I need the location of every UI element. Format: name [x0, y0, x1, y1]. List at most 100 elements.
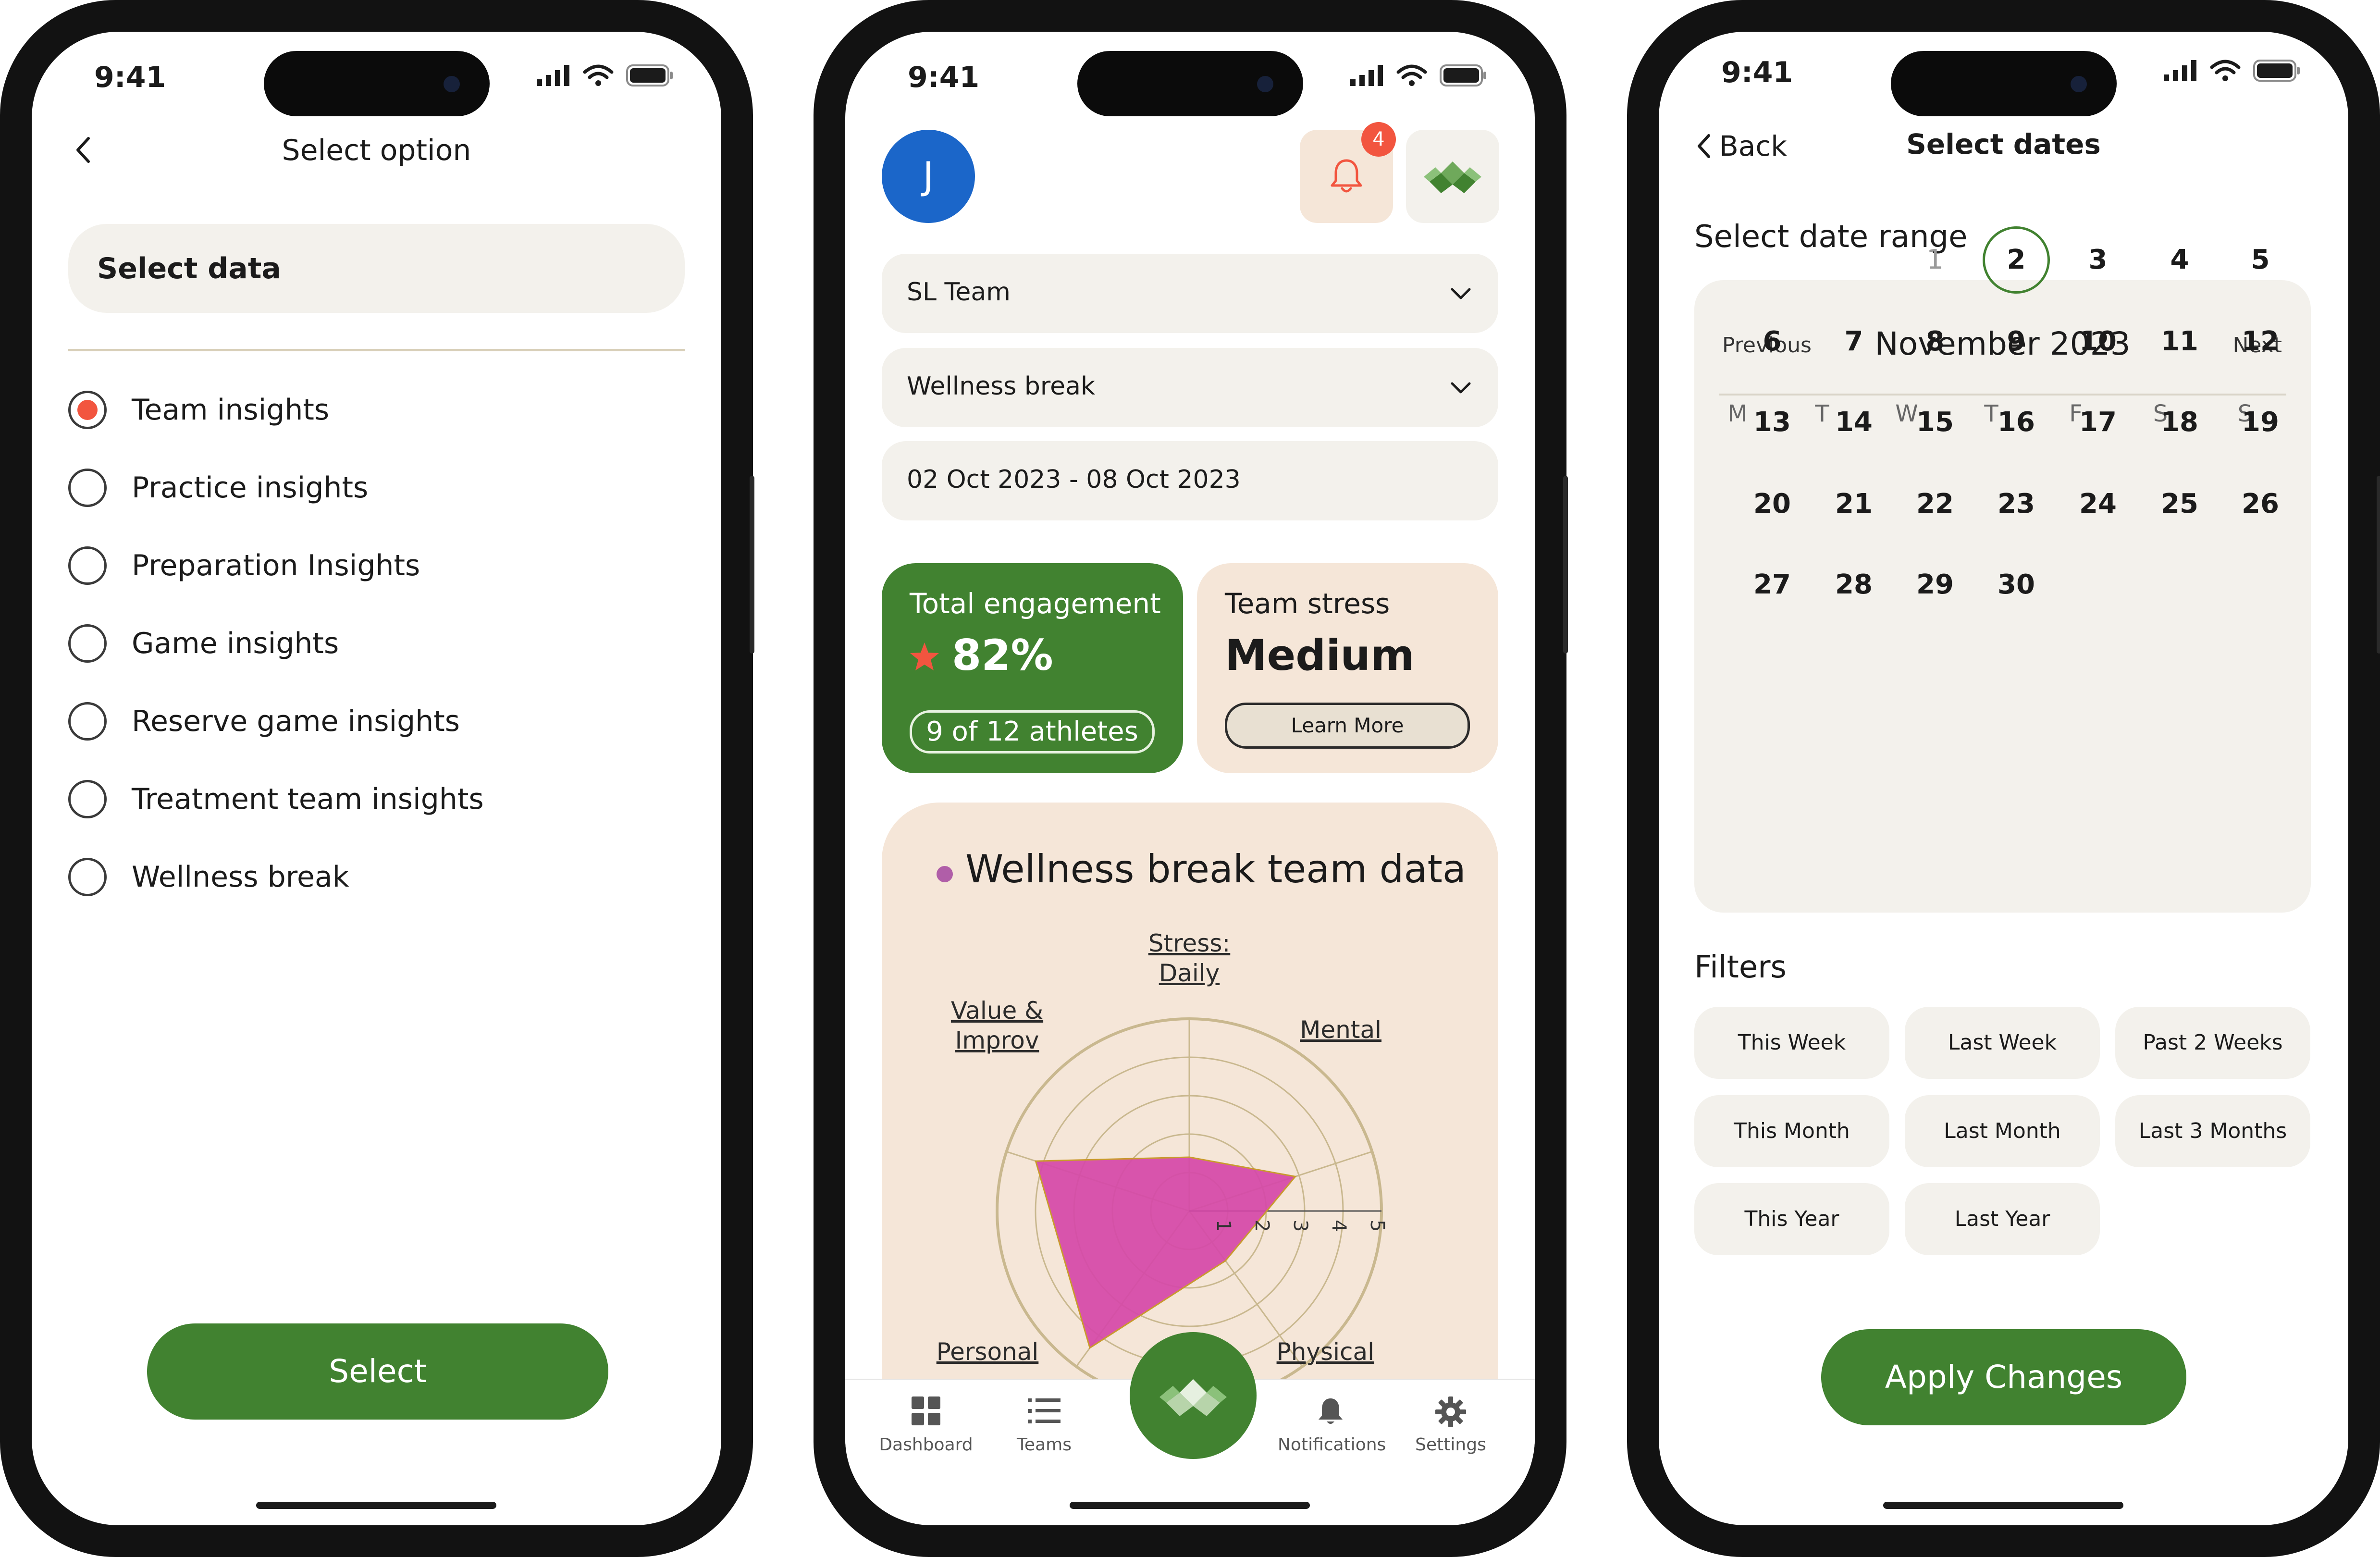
learn-more-button[interactable]: Learn More: [1225, 703, 1470, 749]
date-range-field[interactable]: 02 Oct 2023 - 08 Oct 2023: [882, 441, 1498, 520]
gear-icon: [1435, 1396, 1466, 1427]
select-button[interactable]: Select: [147, 1323, 608, 1420]
type-dropdown[interactable]: Wellness break: [882, 348, 1498, 427]
screen-dashboard: 9:41 J 4 SL Team Wellness break 02 Oct 2…: [845, 32, 1535, 1525]
radio-button[interactable]: [68, 624, 107, 663]
option-item[interactable]: Team insights: [68, 386, 329, 434]
calendar-day[interactable]: 11: [2151, 313, 2208, 371]
dynamic-island: [264, 51, 490, 116]
signal-icon: [1350, 65, 1383, 86]
calendar-day[interactable]: 22: [1906, 475, 1964, 533]
option-label: Game insights: [132, 627, 339, 660]
axis-label: Personal: [937, 1338, 1039, 1366]
bell-icon: [1331, 159, 1362, 193]
avatar[interactable]: J: [882, 130, 975, 223]
wifi-icon: [583, 64, 614, 86]
calendar-day[interactable]: 29: [1906, 556, 1964, 614]
select-data-header: Select data: [68, 224, 685, 313]
screen-select-dates: 9:41 Back Select dates Select date range…: [1659, 32, 2348, 1525]
phone-frame-1: 9:41 Select option Select data Team insi…: [0, 0, 754, 1557]
option-item[interactable]: Wellness break: [68, 853, 349, 901]
option-item[interactable]: Game insights: [68, 619, 339, 667]
filter-chip[interactable]: This Month: [1694, 1095, 1889, 1167]
nav-home-button[interactable]: [1130, 1332, 1257, 1459]
nav-dashboard[interactable]: Dashboard: [873, 1396, 979, 1464]
apply-changes-button[interactable]: Apply Changes: [1821, 1329, 2186, 1425]
brand-logo-icon: [1159, 1379, 1227, 1416]
radio-button[interactable]: [68, 546, 107, 585]
logo-button[interactable]: [1406, 130, 1499, 223]
option-item[interactable]: Reserve game insights: [68, 697, 460, 745]
nav-teams-label: Teams: [1017, 1435, 1072, 1455]
calendar-day[interactable]: 23: [1987, 475, 2045, 533]
calendar-day[interactable]: 4: [2151, 231, 2208, 289]
page-title: Select dates: [1906, 128, 2101, 161]
calendar-day[interactable]: 17: [2069, 394, 2127, 451]
scale-tick-label: 2: [1251, 1220, 1273, 1232]
calendar-day[interactable]: 19: [2232, 394, 2289, 451]
filter-chip[interactable]: Last Week: [1905, 1007, 2100, 1079]
calendar-day[interactable]: 27: [1743, 556, 1801, 614]
filter-chip[interactable]: Last Month: [1905, 1095, 2100, 1167]
calendar-day[interactable]: 1: [1906, 231, 1964, 289]
filter-chip[interactable]: Past 2 Weeks: [2115, 1007, 2310, 1079]
scale-tick-label: 1: [1212, 1220, 1234, 1232]
filter-chip[interactable]: This Week: [1694, 1007, 1889, 1079]
radio-button[interactable]: [68, 391, 107, 429]
option-label: Team insights: [132, 393, 330, 427]
nav-teams[interactable]: Teams: [991, 1396, 1097, 1464]
calendar-day-selected[interactable]: 2: [1983, 226, 2050, 294]
calendar-day[interactable]: 14: [1825, 394, 1883, 451]
calendar-day[interactable]: 24: [2069, 475, 2127, 533]
calendar-day[interactable]: 6: [1743, 313, 1801, 371]
side-button: [1563, 476, 1568, 654]
calendar-day[interactable]: 10: [2069, 313, 2127, 371]
calendar-day[interactable]: 26: [2232, 475, 2289, 533]
calendar-day[interactable]: 8: [1906, 313, 1964, 371]
option-item[interactable]: Treatment team insights: [68, 775, 484, 823]
battery-icon: [2253, 60, 2300, 82]
calendar-day[interactable]: 15: [1906, 394, 1964, 451]
scale-tick-label: 5: [1366, 1220, 1388, 1232]
calendar-day[interactable]: 30: [1987, 556, 2045, 614]
option-item[interactable]: Practice insights: [68, 464, 368, 512]
option-label: Treatment team insights: [132, 782, 484, 816]
radio-button[interactable]: [68, 469, 107, 507]
nav-dashboard-label: Dashboard: [879, 1435, 973, 1455]
stress-card: Team stress Medium Learn More: [1197, 563, 1498, 773]
calendar-day[interactable]: 9: [1987, 313, 2045, 371]
divider: [68, 349, 685, 351]
radio-button[interactable]: [68, 702, 107, 741]
calendar-day[interactable]: 28: [1825, 556, 1883, 614]
option-item[interactable]: Preparation Insights: [68, 542, 420, 590]
engagement-title: Total engagement: [910, 587, 1161, 620]
dashboard-icon: [912, 1396, 940, 1425]
calendar-day[interactable]: 7: [1825, 313, 1883, 371]
calendar-day[interactable]: 20: [1743, 475, 1801, 533]
notification-button[interactable]: 4: [1300, 122, 1396, 223]
calendar-day[interactable]: 25: [2151, 475, 2208, 533]
calendar-day[interactable]: 3: [2069, 231, 2127, 289]
option-label: Reserve game insights: [132, 704, 460, 738]
calendar-day[interactable]: 13: [1743, 394, 1801, 451]
radio-button[interactable]: [68, 858, 107, 896]
filter-chip[interactable]: Last 3 Months: [2115, 1095, 2310, 1167]
side-button: [2377, 476, 2380, 654]
calendar-day[interactable]: 21: [1825, 475, 1883, 533]
radio-button[interactable]: [68, 780, 107, 818]
filter-chip[interactable]: This Year: [1694, 1183, 1889, 1255]
axis-label: Value &: [951, 997, 1043, 1025]
calendar-day[interactable]: 18: [2151, 394, 2208, 451]
filter-chip[interactable]: Last Year: [1905, 1183, 2100, 1255]
wifi-icon: [1396, 64, 1427, 86]
calendar-day[interactable]: 16: [1987, 394, 2045, 451]
battery-icon: [626, 64, 673, 86]
calendar-day[interactable]: 12: [2232, 313, 2289, 371]
status-time: 9:41: [94, 61, 166, 94]
nav-settings[interactable]: Settings: [1398, 1396, 1504, 1464]
calendar-day[interactable]: 5: [2232, 231, 2289, 289]
home-indicator: [256, 1502, 496, 1509]
nav-notifications[interactable]: Notifications: [1273, 1396, 1388, 1464]
chevron-down-icon: [1451, 288, 1471, 299]
team-dropdown[interactable]: SL Team: [882, 254, 1498, 333]
